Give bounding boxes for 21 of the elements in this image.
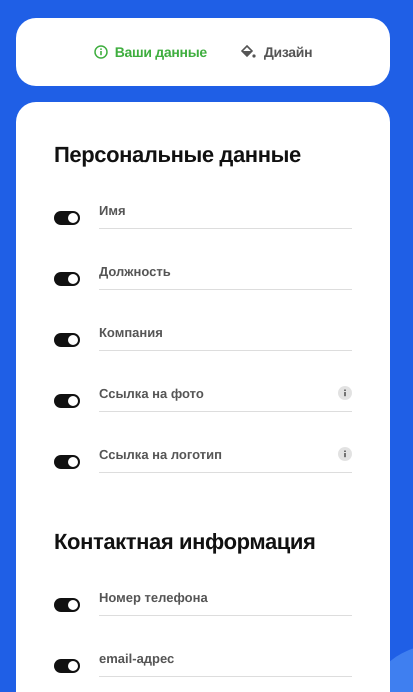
input-field[interactable]: Должность <box>99 264 352 278</box>
info-icon[interactable] <box>338 447 352 461</box>
input-field[interactable]: email-адрес <box>99 650 352 666</box>
info-icon[interactable] <box>338 386 352 400</box>
info-icon <box>94 45 108 59</box>
toggle-switch[interactable] <box>54 598 80 612</box>
toggle-switch[interactable] <box>54 272 80 286</box>
section-title: Контактная информация <box>54 529 316 555</box>
input-field[interactable]: Номер телефона <box>99 590 352 604</box>
input-field[interactable]: Имя <box>99 202 352 218</box>
input-field[interactable]: Компания <box>99 324 352 340</box>
input-field[interactable]: Ссылка на логотип <box>99 446 338 462</box>
paint-bucket-icon <box>240 45 257 59</box>
input-field[interactable]: Ссылка на фото <box>99 386 338 400</box>
toggle-switch[interactable] <box>54 394 80 408</box>
section-title: Персональные данные <box>54 142 302 168</box>
toggle-switch[interactable] <box>54 211 80 225</box>
toggle-switch[interactable] <box>54 333 80 347</box>
toggle-switch[interactable] <box>54 659 80 673</box>
tab[interactable]: Дизайн <box>240 40 312 64</box>
toggle-switch[interactable] <box>54 455 80 469</box>
